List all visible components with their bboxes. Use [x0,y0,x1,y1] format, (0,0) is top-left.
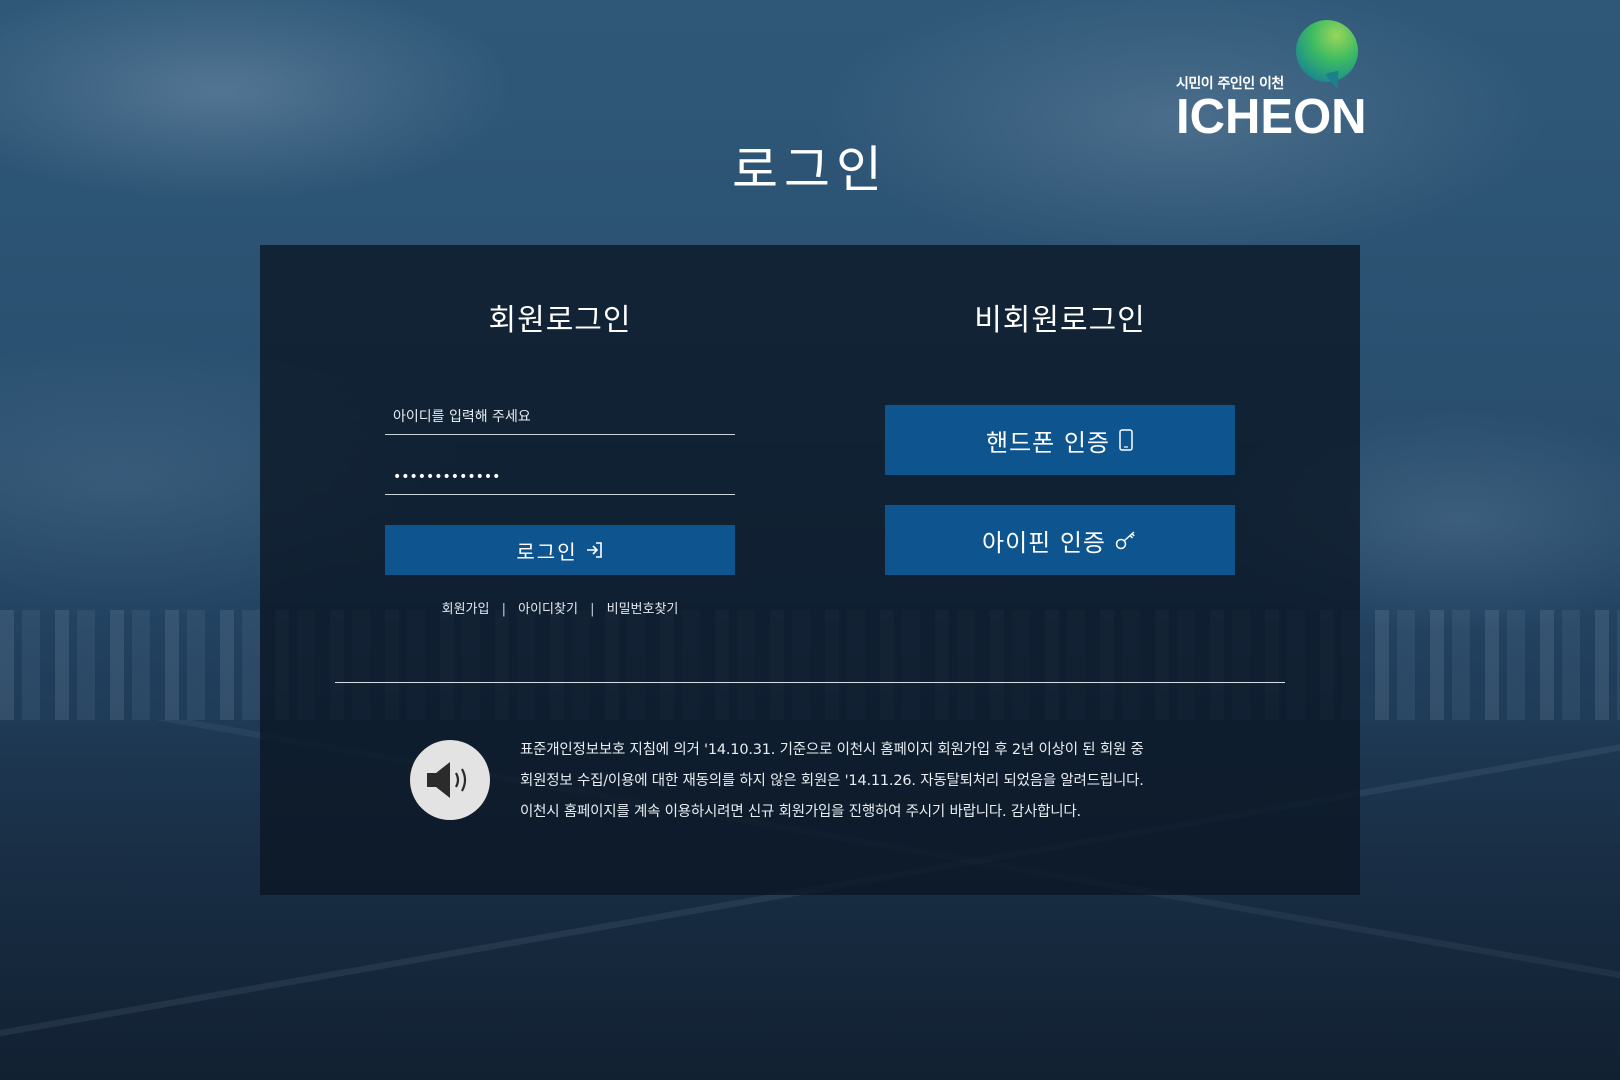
login-button-label: 로그인 [516,539,578,564]
icheon-logo[interactable]: 시민이 주인인 이천 ICHEON [1176,18,1367,144]
password-field-wrapper [385,458,735,495]
key-icon [1115,531,1135,550]
find-password-link[interactable]: 비밀번호찾기 [607,602,679,617]
dormant-account-notice: 표준개인정보보호 지침에 의거 '14.10.31. 기준으로 이천시 홈페이지… [520,735,1240,828]
login-button[interactable]: 로그인 [385,525,735,575]
speaker-icon [427,762,467,798]
password-input[interactable] [385,458,735,494]
notice-line: 회원정보 수집/이용에 대한 재동의를 하지 않은 회원은 '14.11.26.… [520,773,1144,789]
notice-speaker-badge [410,740,490,820]
smartphone-icon [1119,429,1133,451]
ipin-auth-label: 아이핀 인증 [981,528,1107,557]
notice-line: 표준개인정보보호 지침에 의거 '14.10.31. 기준으로 이천시 홈페이지… [520,742,1144,758]
login-panel: 회원로그인 비회원로그인 로그인 회원가입 | 아이디찾기 | 비밀번호찾기 핸… [260,245,1360,895]
guest-login-title: 비회원로그인 [974,303,1146,338]
link-separator: | [590,602,595,617]
account-links: 회원가입 | 아이디찾기 | 비밀번호찾기 [385,598,735,617]
ipin-auth-button[interactable]: 아이핀 인증 [885,505,1235,575]
page-title: 로그인 [732,141,888,199]
link-separator: | [501,602,506,617]
phone-auth-label: 핸드폰 인증 [985,428,1111,457]
notice-line: 이천시 홈페이지를 계속 이용하시려면 신규 회원가입을 진행하여 주시기 바랍… [520,804,1081,820]
signup-link[interactable]: 회원가입 [442,602,490,617]
find-id-link[interactable]: 아이디찾기 [518,602,578,617]
login-arrow-icon [586,542,602,558]
id-field-wrapper [385,398,735,435]
member-login-title: 회원로그인 [488,303,632,338]
phone-auth-button[interactable]: 핸드폰 인증 [885,405,1235,475]
section-divider [335,682,1285,683]
id-input[interactable] [385,398,735,434]
